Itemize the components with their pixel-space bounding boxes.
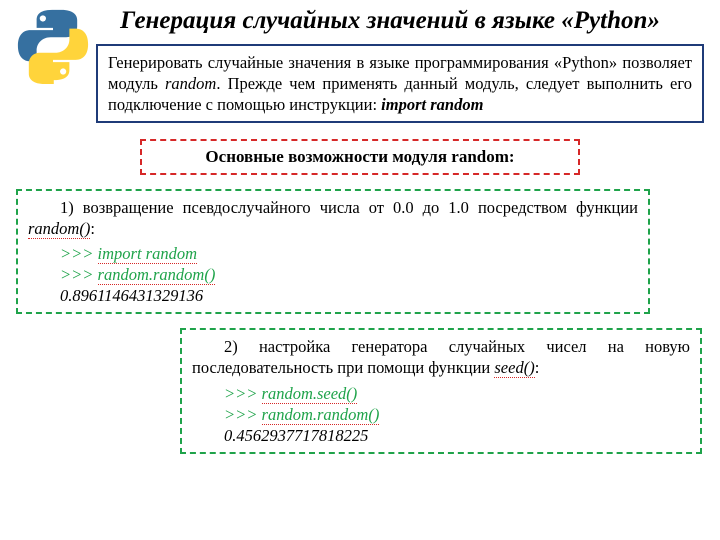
code-line: random.seed() [262,384,358,404]
example-1-desc: 1) возвращение псевдослучайного числа от… [28,197,638,239]
intro-random-word: random [165,74,216,93]
example-box-1: 1) возвращение псевдослучайного числа от… [16,189,650,315]
prompt: >>> [60,244,98,263]
ex2-text: настройка генератора случайных чисел на … [192,337,690,377]
code-line: random.random() [98,265,216,285]
ex1-tail: : [90,219,95,238]
intro-box: Генерировать случайные значения в языке … [96,44,704,123]
intro-import-stmt: import random [381,95,483,114]
ex1-func: random() [28,219,90,239]
example-2-desc: 2) настройка генератора случайных чисел … [192,336,690,378]
prompt: >>> [224,384,262,403]
example-2-code: >>> random.seed() >>> random.random() 0.… [192,383,690,446]
section-label: Основные возможности модуля random: [140,139,580,175]
code-line: random.random() [262,405,380,425]
ex1-num: 1) [60,198,83,217]
ex2-num: 2) [224,337,259,356]
code-result: 0.4562937717818225 [224,425,690,446]
prompt: >>> [60,265,98,284]
code-result: 0.8961146431329136 [60,285,638,306]
example-box-2: 2) настройка генератора случайных чисел … [180,328,702,454]
prompt: >>> [224,405,262,424]
code-line: import random [98,244,197,264]
page-title: Генерация случайных значений в языке «Py… [0,0,720,40]
python-logo-icon [14,6,92,84]
ex2-tail: : [535,358,540,377]
example-1-code: >>> import random >>> random.random() 0.… [28,243,638,306]
ex2-func: seed() [494,358,534,378]
ex1-text: возвращение псевдослучайного числа от 0.… [83,198,638,217]
